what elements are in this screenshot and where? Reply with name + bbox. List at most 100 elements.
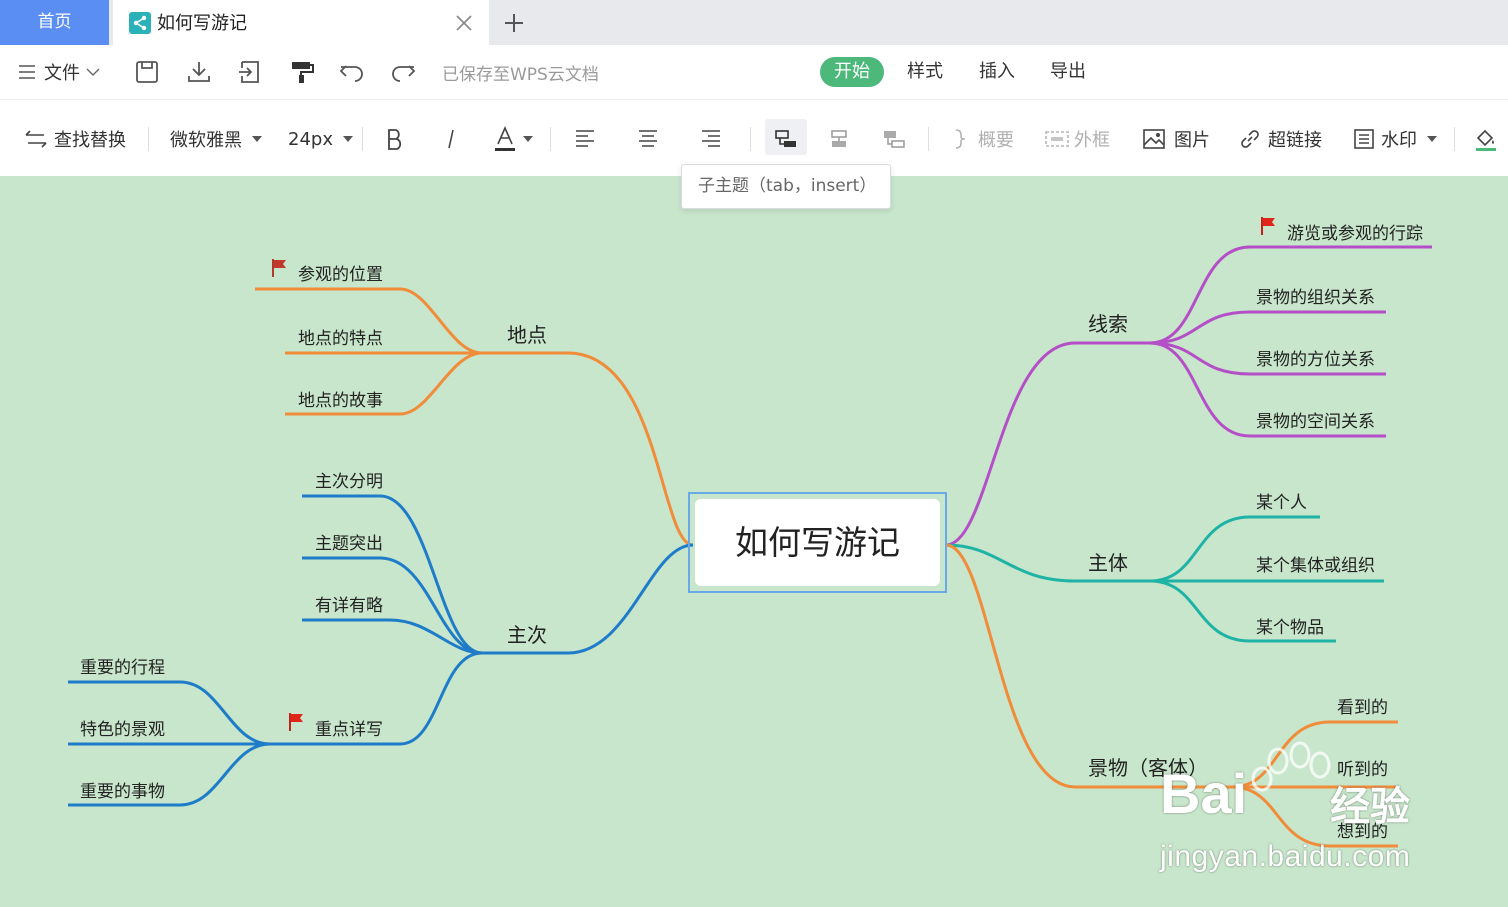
summary-button[interactable]: 概要: [952, 123, 1014, 155]
toolbar-divider: [928, 127, 929, 151]
root-topic[interactable]: 如何写游记: [688, 492, 947, 593]
align-left-icon: [576, 130, 594, 147]
toolbar-divider: [1454, 127, 1455, 151]
topic-zhuci[interactable]: 主次: [507, 619, 547, 648]
image-icon: [1143, 129, 1165, 149]
paint-bucket-icon: [1476, 129, 1496, 151]
baidu-watermark-brand: Bai: [1160, 762, 1248, 825]
baidu-watermark-jingyan: 经验: [1330, 784, 1410, 830]
align-left-button[interactable]: [574, 123, 596, 155]
sibling-topic-icon: [831, 130, 847, 147]
toolbar-divider: [148, 127, 149, 151]
toolbar-divider: [362, 127, 363, 151]
subtopic-kongjian-guanxi[interactable]: 景物的空间关系: [1256, 407, 1375, 432]
font-color-button[interactable]: [493, 123, 533, 155]
font-color-icon: [495, 126, 515, 151]
close-icon[interactable]: [454, 13, 474, 33]
redo-icon[interactable]: [389, 58, 417, 86]
watermark-label: 水印: [1381, 130, 1417, 151]
brace-icon: [955, 129, 966, 149]
subtopic-didian-tedian[interactable]: 地点的特点: [298, 324, 383, 349]
tab-bar: 首页 如何写游记: [0, 0, 1508, 45]
subtopic-zhuti-tuchu[interactable]: 主题突出: [315, 529, 383, 554]
align-center-icon: [639, 130, 657, 147]
tab-home[interactable]: 首页: [0, 0, 109, 45]
export-icon[interactable]: [236, 58, 264, 86]
font-size-value: 24px: [288, 128, 333, 150]
image-label: 图片: [1174, 130, 1210, 151]
subtopic-button[interactable]: [775, 123, 797, 155]
format-painter-icon[interactable]: [288, 58, 316, 86]
subtopic-zuzhi-guanxi[interactable]: 景物的组织关系: [1256, 283, 1375, 308]
summary-label: 概要: [978, 130, 1014, 151]
subtopic-zhongdian-xiangxie[interactable]: 重点详写: [315, 715, 383, 740]
caret-down-icon: [523, 136, 533, 142]
subtopic-tese-jingguan[interactable]: 特色的景观: [80, 715, 165, 740]
topic-didian[interactable]: 地点: [507, 319, 547, 348]
baidu-watermark-url: jingyan.baidu.com: [1160, 840, 1411, 873]
menu-lines-icon: [19, 65, 35, 79]
save-status: 已保存至WPS云文档: [442, 65, 599, 85]
undo-icon[interactable]: [338, 58, 366, 86]
font-size-select[interactable]: 24px: [288, 123, 353, 155]
subtopic-canguan-weizhi[interactable]: 参观的位置: [298, 260, 383, 285]
tab-insert[interactable]: 插入: [965, 57, 1029, 87]
tab-document-title: 如何写游记: [157, 13, 247, 34]
align-right-icon: [702, 130, 720, 147]
mindmap-icon: [129, 12, 151, 34]
file-menu-label: 文件: [44, 63, 80, 84]
subtopic-icon: [775, 130, 796, 147]
find-replace-icon: [25, 130, 47, 148]
align-right-button[interactable]: [700, 123, 722, 155]
outer-frame-label: 外框: [1074, 130, 1110, 151]
font-family-select[interactable]: 微软雅黑: [170, 123, 262, 155]
subtopic-kandao[interactable]: 看到的: [1337, 693, 1388, 718]
root-topic-label: 如何写游记: [695, 499, 940, 586]
download-icon[interactable]: [185, 58, 213, 86]
subtopic-fangwei-guanxi[interactable]: 景物的方位关系: [1256, 345, 1375, 370]
subtopic-youxiang-youlue[interactable]: 有详有略: [315, 591, 383, 616]
parent-topic-icon: [884, 131, 905, 148]
sibling-topic-button[interactable]: [828, 123, 850, 155]
tab-document[interactable]: 如何写游记: [113, 0, 489, 45]
subtopic-tooltip: 子主题（tab，insert）: [681, 164, 891, 209]
save-icon[interactable]: [133, 58, 161, 86]
bold-button[interactable]: [385, 123, 405, 155]
flag-icon: [272, 259, 286, 277]
flag-icon: [289, 713, 303, 731]
topic-xiansuo[interactable]: 线索: [1088, 308, 1128, 337]
fill-color-button[interactable]: [1474, 123, 1498, 155]
subtopic-mouge-wupin[interactable]: 某个物品: [1256, 613, 1324, 638]
hyperlink-label: 超链接: [1268, 130, 1322, 151]
image-button[interactable]: 图片: [1142, 123, 1210, 155]
subtopic-zhuci-fenming[interactable]: 主次分明: [315, 467, 383, 492]
tab-export[interactable]: 导出: [1036, 57, 1100, 87]
subtopic-didian-gushi[interactable]: 地点的故事: [298, 386, 383, 411]
find-replace-button[interactable]: 查找替换: [24, 123, 126, 155]
outer-frame-button[interactable]: 外框: [1044, 123, 1110, 155]
parent-topic-button[interactable]: [883, 123, 905, 155]
frame-icon: [1045, 131, 1069, 147]
subtopic-mougeren[interactable]: 某个人: [1256, 488, 1307, 513]
chevron-down-icon: [86, 68, 100, 76]
subtopic-zhongyao-xingcheng[interactable]: 重要的行程: [80, 653, 165, 678]
add-tab-icon[interactable]: [501, 10, 527, 36]
toolbar-divider: [750, 127, 751, 151]
tab-style[interactable]: 样式: [893, 57, 957, 87]
align-center-button[interactable]: [637, 123, 659, 155]
watermark-button[interactable]: 水印: [1353, 123, 1437, 155]
subtopic-youlan-xingzong[interactable]: 游览或参观的行踪: [1287, 219, 1423, 244]
subtopic-zhongyao-shiwu[interactable]: 重要的事物: [80, 777, 165, 802]
topic-zhuti[interactable]: 主体: [1088, 547, 1128, 576]
mindmap-canvas[interactable]: 如何写游记 地点 参观的位置 地点的特点 地点的故事 主次 主次分明 主题突出 …: [0, 176, 1508, 907]
subtopic-jiti-zuzhi[interactable]: 某个集体或组织: [1256, 551, 1375, 576]
watermark-icon: [1354, 129, 1374, 149]
italic-button[interactable]: [441, 123, 461, 155]
toolbar-divider: [550, 127, 551, 151]
file-menu[interactable]: 文件: [18, 59, 100, 85]
bold-icon: [388, 129, 402, 150]
flag-icon: [1261, 217, 1275, 235]
tab-start[interactable]: 开始: [820, 57, 884, 87]
hyperlink-button[interactable]: 超链接: [1238, 123, 1322, 155]
font-family-value: 微软雅黑: [170, 130, 242, 151]
